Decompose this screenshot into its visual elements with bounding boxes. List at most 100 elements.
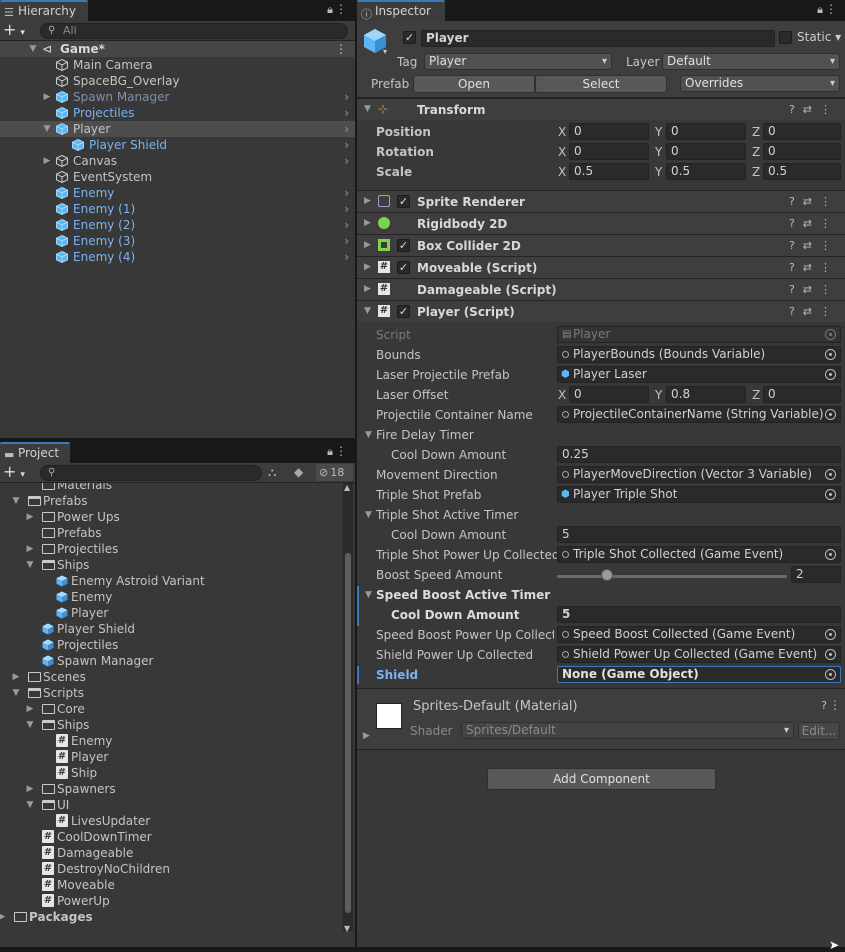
- expand-arrow-icon[interactable]: ▼: [11, 685, 21, 701]
- box-collider-2d-header[interactable]: ▶ ✓ Box Collider 2D ?⇄⋮: [357, 234, 845, 256]
- scrollbar-thumb[interactable]: [345, 553, 351, 913]
- project-item[interactable]: # Damageable: [0, 845, 343, 861]
- scale-y-field[interactable]: 0.5: [666, 163, 746, 180]
- project-item[interactable]: ▶ Core: [0, 701, 343, 717]
- boost-slider-thumb[interactable]: [600, 569, 613, 581]
- project-item[interactable]: Player: [0, 605, 343, 621]
- component-enabled-checkbox[interactable]: ✓: [397, 195, 410, 208]
- expand-arrow-icon[interactable]: ▶: [364, 284, 371, 294]
- scroll-down-arrow-icon[interactable]: ▼: [344, 924, 350, 933]
- project-item[interactable]: # PowerUp: [0, 893, 343, 909]
- expand-arrow-icon[interactable]: ▼: [25, 557, 35, 573]
- add-button[interactable]: + ▾: [3, 21, 25, 42]
- component-header-buttons[interactable]: ?⇄⋮: [789, 305, 839, 318]
- object-picker-icon[interactable]: [825, 629, 836, 640]
- shield-collected-field[interactable]: Shield Power Up Collected (Game Event): [557, 646, 841, 663]
- object-picker-icon[interactable]: [825, 349, 836, 360]
- offset-x-field[interactable]: 0: [569, 386, 649, 403]
- project-item[interactable]: # DestroyNoChildren: [0, 861, 343, 877]
- scene-row[interactable]: ▼ ⊲ Game* ⋮: [0, 41, 355, 57]
- project-item[interactable]: Prefabs: [0, 525, 343, 541]
- project-item[interactable]: Materials: [0, 483, 343, 493]
- chevron-right-icon[interactable]: ›: [344, 233, 349, 249]
- component-enabled-checkbox[interactable]: ✓: [397, 261, 410, 274]
- project-item[interactable]: # Moveable: [0, 877, 343, 893]
- expand-arrow-icon[interactable]: ▼: [28, 41, 38, 57]
- layer-dropdown[interactable]: Default: [662, 53, 840, 70]
- scale-x-field[interactable]: 0.5: [569, 163, 649, 180]
- more-menu-icon[interactable]: ⋮: [825, 2, 837, 16]
- object-picker-icon[interactable]: [825, 369, 836, 380]
- component-header-buttons[interactable]: ?⇄⋮: [789, 195, 839, 208]
- player-script-header[interactable]: ▼ # ✓ Player (Script) ?⇄⋮: [357, 300, 845, 322]
- expand-arrow-icon[interactable]: ▶: [364, 218, 371, 228]
- object-picker-icon[interactable]: [825, 409, 836, 420]
- hierarchy-item[interactable]: Main Camera: [0, 57, 355, 73]
- project-item[interactable]: ▶ Spawners: [0, 781, 343, 797]
- project-item[interactable]: ▼ Ships: [0, 717, 343, 733]
- expand-arrow-icon[interactable]: ▶: [0, 909, 7, 925]
- project-item[interactable]: ▼ Prefabs: [0, 493, 343, 509]
- position-z-field[interactable]: 0: [763, 123, 841, 140]
- triple-timer-label[interactable]: Triple Shot Active Timer: [376, 508, 518, 522]
- boost-slider-track[interactable]: [557, 575, 787, 578]
- hierarchy-item[interactable]: ▶ Spawn Manager ›: [0, 89, 355, 105]
- offset-y-field[interactable]: 0.8: [666, 386, 746, 403]
- chevron-right-icon[interactable]: ›: [344, 217, 349, 233]
- position-y-field[interactable]: 0: [666, 123, 746, 140]
- damageable-script-header[interactable]: ▶ # Damageable (Script) ?⇄⋮: [357, 278, 845, 300]
- hierarchy-item[interactable]: Enemy (3) ›: [0, 233, 355, 249]
- static-dropdown[interactable]: Static ▾: [797, 30, 841, 44]
- fire-cooldown-field[interactable]: 0.25: [557, 446, 841, 463]
- expand-arrow-icon[interactable]: ▼: [25, 717, 35, 733]
- hierarchy-item[interactable]: Player Shield ›: [0, 137, 355, 153]
- tab-hierarchy[interactable]: ☰ Hierarchy: [0, 0, 88, 21]
- project-item[interactable]: ▼ Scripts: [0, 685, 343, 701]
- laser-prefab-field[interactable]: ⬢ Player Laser: [557, 366, 841, 383]
- project-item[interactable]: Enemy: [0, 589, 343, 605]
- chevron-right-icon[interactable]: ›: [344, 121, 349, 137]
- scroll-up-arrow-icon[interactable]: ▲: [344, 483, 350, 492]
- component-header-buttons[interactable]: ?⇄⋮: [789, 261, 839, 274]
- project-item[interactable]: # LivesUpdater: [0, 813, 343, 829]
- expand-arrow-icon[interactable]: ▶: [11, 669, 21, 685]
- container-name-field[interactable]: ProjectileContainerName (String Variable…: [557, 406, 841, 423]
- expand-arrow-icon[interactable]: ▶: [364, 196, 371, 206]
- project-item[interactable]: # Player: [0, 749, 343, 765]
- triple-prefab-field[interactable]: ⬢ Player Triple Shot: [557, 486, 841, 503]
- rotation-x-field[interactable]: 0: [569, 143, 649, 160]
- object-picker-icon[interactable]: [825, 469, 836, 480]
- object-picker-icon[interactable]: [825, 669, 836, 680]
- rotation-y-field[interactable]: 0: [666, 143, 746, 160]
- component-header-buttons[interactable]: ?⇄⋮: [789, 239, 839, 252]
- object-picker-icon[interactable]: [825, 649, 836, 660]
- hierarchy-item[interactable]: Projectiles ›: [0, 105, 355, 121]
- collapse-arrow-icon[interactable]: ▼: [364, 104, 371, 114]
- chevron-right-icon[interactable]: ›: [344, 201, 349, 217]
- component-header-buttons[interactable]: ?⇄⋮: [789, 103, 839, 116]
- static-checkbox[interactable]: [779, 31, 792, 44]
- expand-arrow-icon[interactable]: ▶: [25, 701, 35, 717]
- tag-dropdown[interactable]: Player: [424, 53, 612, 70]
- chevron-right-icon[interactable]: ›: [344, 137, 349, 153]
- project-item[interactable]: # Ship: [0, 765, 343, 781]
- move-direction-field[interactable]: PlayerMoveDirection (Vector 3 Variable): [557, 466, 841, 483]
- expand-arrow-icon[interactable]: ▼: [42, 121, 52, 137]
- add-component-button[interactable]: Add Component: [487, 768, 716, 790]
- object-picker-icon[interactable]: [825, 489, 836, 500]
- hierarchy-search-input[interactable]: ⚲ All: [40, 23, 348, 39]
- expand-arrow-icon[interactable]: ▶: [25, 541, 35, 557]
- filter-by-label-icon[interactable]: ◆: [294, 465, 303, 479]
- sprite-renderer-header[interactable]: ▶ ✓ Sprite Renderer ?⇄⋮: [357, 190, 845, 212]
- hidden-packages-button[interactable]: ⊘ 18: [316, 464, 353, 481]
- tab-inspector[interactable]: ⓘ Inspector: [357, 0, 445, 21]
- shader-edit-button[interactable]: Edit...: [798, 722, 840, 740]
- triple-cooldown-field[interactable]: 5: [557, 526, 841, 543]
- component-header-buttons[interactable]: ?⇄⋮: [789, 283, 839, 296]
- project-item[interactable]: Spawn Manager: [0, 653, 343, 669]
- project-item[interactable]: Enemy Astroid Variant: [0, 573, 343, 589]
- project-item[interactable]: ▼ Ships: [0, 557, 343, 573]
- prefab-open-button[interactable]: Open: [413, 75, 535, 93]
- speed-timer-arrow-icon[interactable]: ▼: [365, 590, 372, 600]
- rigidbody-2d-header[interactable]: ▶ Rigidbody 2D ?⇄⋮: [357, 212, 845, 234]
